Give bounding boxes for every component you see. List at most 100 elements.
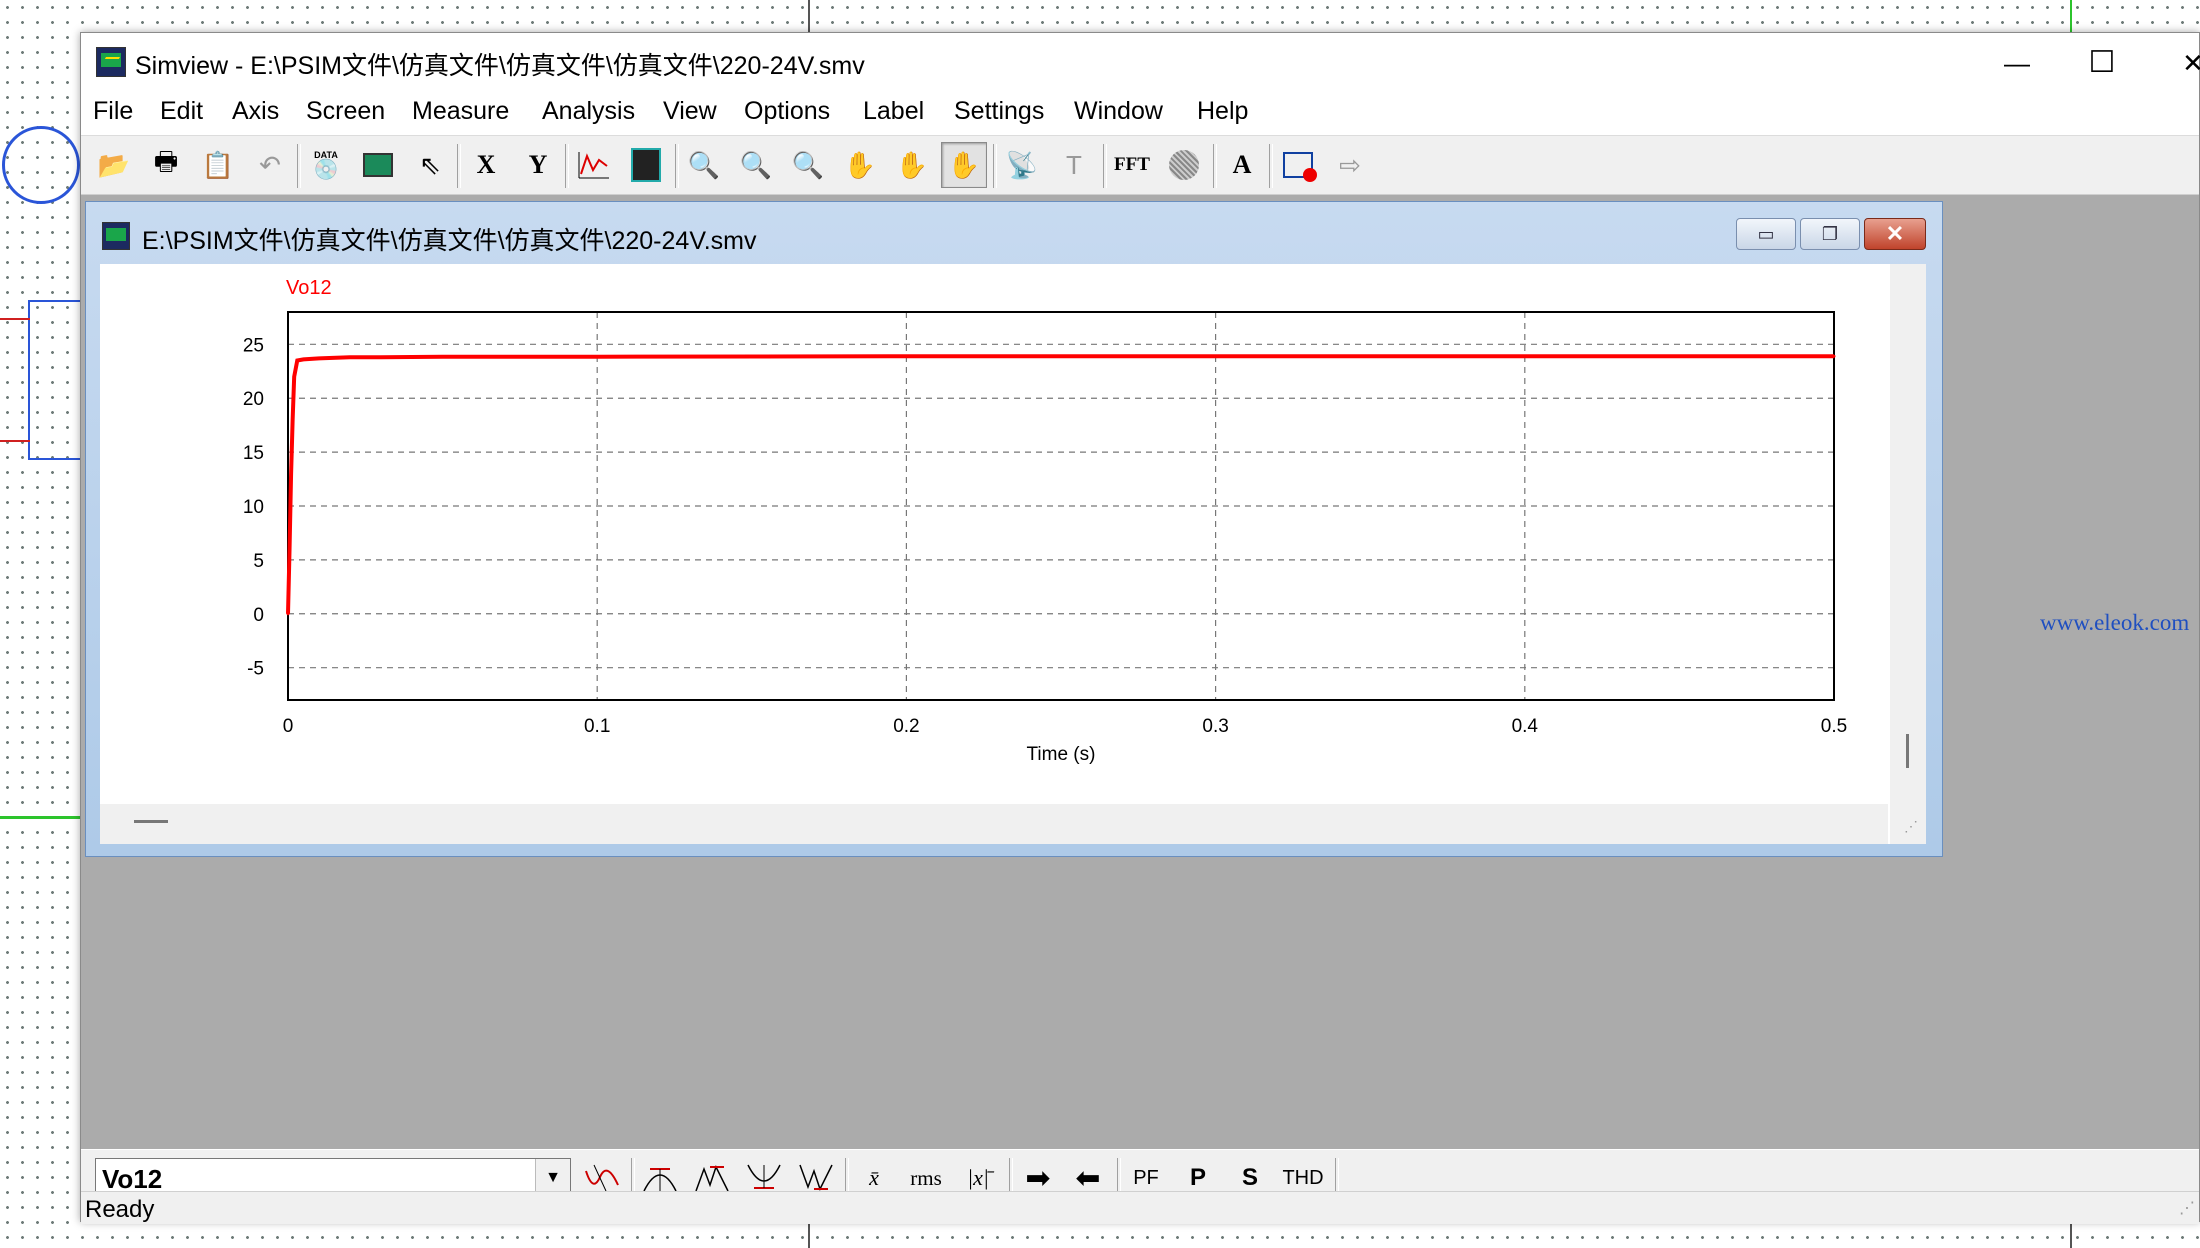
resize-grip-icon[interactable]: ⋰ xyxy=(1904,818,1918,835)
toolbar-separator xyxy=(457,144,461,188)
circle-button[interactable] xyxy=(1161,142,1207,188)
minimize-button[interactable]: — xyxy=(1971,33,2063,93)
x-tick-label: 0.4 xyxy=(1512,716,1539,737)
p-label: P xyxy=(1189,1164,1206,1191)
record-icon xyxy=(1283,152,1317,182)
x-axis-label: X xyxy=(476,150,496,179)
plot-area[interactable]: ⋰ 25 20 15 10 5 0 -5 0 0.1 0.2 0.3 0.4 0.5 Time (s) Vo… xyxy=(100,264,1926,844)
add-curve-icon xyxy=(578,152,609,179)
toolbar-separator xyxy=(675,144,679,188)
vertical-scroll-thumb[interactable] xyxy=(1906,734,1909,768)
close-button[interactable]: ✕ xyxy=(2147,33,2200,93)
schematic-wire xyxy=(0,440,30,442)
title-bar[interactable]: Simview - E:\PSIM文件\仿真文件\仿真文件\仿真文件\220-2… xyxy=(81,33,2200,93)
data-point xyxy=(595,355,599,359)
zoom-out-icon: 🔍 xyxy=(791,149,825,180)
menu-analysis[interactable]: Analysis xyxy=(542,97,635,126)
zoom-in-icon: 🔍 xyxy=(739,149,773,180)
x-tick-label: 0.5 xyxy=(1821,716,1847,737)
export-button[interactable]: ⇨ xyxy=(1327,142,1373,188)
resize-grip-icon[interactable]: ⋰ xyxy=(2179,1198,2195,1218)
text-cursor-icon: T xyxy=(1066,149,1082,180)
open-button[interactable]: 📂 xyxy=(91,142,137,188)
toolbar-separator xyxy=(993,144,997,188)
y-axis-button[interactable]: Y xyxy=(515,142,561,188)
open-icon: 📂 xyxy=(97,149,131,180)
x-tick-label: 0.1 xyxy=(584,716,610,737)
mdi-workspace: E:\PSIM文件\仿真文件\仿真文件\仿真文件\220-24V.smv ▭ ❐… xyxy=(81,195,2199,1149)
toolbar-separator xyxy=(565,144,569,188)
select-button[interactable]: ⇖ xyxy=(407,142,453,188)
menu-edit[interactable]: Edit xyxy=(160,97,203,126)
menu-window[interactable]: Window xyxy=(1074,97,1163,126)
menu-file[interactable]: File xyxy=(93,97,133,126)
y-axis-label: Y xyxy=(528,150,548,179)
y-tick-label: 5 xyxy=(253,551,264,572)
undo-button[interactable]: ↶ xyxy=(247,142,293,188)
schematic-component xyxy=(28,300,82,460)
screen-button[interactable] xyxy=(623,142,669,188)
hand-button[interactable]: ✋ xyxy=(941,142,987,188)
restore-icon: ❐ xyxy=(1821,223,1839,244)
zoom-in-button[interactable]: 🔍 xyxy=(733,142,779,188)
watermark-text: www.eleok.com xyxy=(2040,610,2190,635)
menu-settings[interactable]: Settings xyxy=(954,97,1044,126)
menu-axis[interactable]: Axis xyxy=(232,97,279,126)
y-tick-label: 0 xyxy=(253,605,264,626)
menu-screen[interactable]: Screen xyxy=(306,97,385,126)
simview-window: Simview - E:\PSIM文件\仿真文件\仿真文件\仿真文件\220-2… xyxy=(80,32,2200,1224)
menu-view[interactable]: View xyxy=(663,97,717,126)
max-icon xyxy=(643,1168,677,1192)
close-icon: ✕ xyxy=(1885,221,1905,246)
x-tick-label: 0.2 xyxy=(893,716,919,737)
horizontal-scroll-thumb[interactable] xyxy=(134,820,168,823)
x-axis-button[interactable]: X xyxy=(463,142,509,188)
minimize-icon: ▭ xyxy=(1757,223,1775,244)
add-curve-button[interactable] xyxy=(571,142,617,188)
maximize-button[interactable]: ☐ xyxy=(2056,33,2148,93)
pan-hand-button[interactable]: ✋ xyxy=(889,142,935,188)
load-waveform-button[interactable] xyxy=(355,142,401,188)
waveform-child-window: E:\PSIM文件\仿真文件\仿真文件\仿真文件\220-24V.smv ▭ ❐… xyxy=(85,201,1943,857)
toolbar-separator xyxy=(1103,144,1107,188)
record-button[interactable] xyxy=(1275,142,1321,188)
measure-button[interactable]: 📡 xyxy=(999,142,1045,188)
copy-button[interactable]: 📋 xyxy=(195,142,241,188)
data-button[interactable]: DATA 💿 xyxy=(303,142,349,188)
load-waveform-icon xyxy=(363,153,393,177)
hand-icon: ✋ xyxy=(947,149,981,180)
x-tick-label: 0 xyxy=(283,716,294,737)
vertical-scrollbar[interactable]: ⋰ xyxy=(1890,264,1926,844)
data-disk-icon: 💿 xyxy=(313,159,339,181)
menu-help[interactable]: Help xyxy=(1197,97,1248,126)
waveform-icon xyxy=(585,1164,619,1192)
measure-icon: 📡 xyxy=(1005,149,1039,180)
data-point xyxy=(1214,354,1218,358)
zoom-out-button[interactable]: 🔍 xyxy=(785,142,831,188)
data-point xyxy=(286,612,290,616)
print-button[interactable]: 🖶 xyxy=(143,142,189,188)
status-text: Ready xyxy=(85,1196,155,1223)
pf-label: PF xyxy=(1133,1166,1159,1189)
child-restore-button[interactable]: ❐ xyxy=(1800,218,1860,250)
legend-label: Vo12 xyxy=(286,277,332,299)
mean-label: x̄ xyxy=(869,1165,879,1190)
pan-button[interactable]: ✋ xyxy=(837,142,883,188)
window-title: Simview - E:\PSIM文件\仿真文件\仿真文件\仿真文件\220-2… xyxy=(135,52,865,80)
series-line-vo12 xyxy=(286,354,1834,614)
schematic-wire xyxy=(2070,1222,2072,1248)
fft-label: FFT xyxy=(1114,154,1150,175)
toolbar: 📂 🖶 📋 ↶ DATA 💿 ⇖ X Y 🔍 🔍 🔍 ✋ ✋ ✋ 📡 T FFT xyxy=(81,136,2199,195)
schematic-wire xyxy=(0,318,30,320)
text-button[interactable]: A xyxy=(1219,142,1265,188)
y-tick-label: -5 xyxy=(247,659,264,680)
fft-button[interactable]: FFT xyxy=(1109,142,1155,188)
menu-measure[interactable]: Measure xyxy=(412,97,509,126)
y-tick-label: 10 xyxy=(243,497,264,518)
menu-options[interactable]: Options xyxy=(744,97,830,126)
child-close-button[interactable]: ✕ xyxy=(1864,218,1926,250)
child-minimize-button[interactable]: ▭ xyxy=(1736,218,1796,250)
text-cursor-button[interactable]: T xyxy=(1051,142,1097,188)
menu-label[interactable]: Label xyxy=(863,97,924,126)
zoom-button[interactable]: 🔍 xyxy=(681,142,727,188)
